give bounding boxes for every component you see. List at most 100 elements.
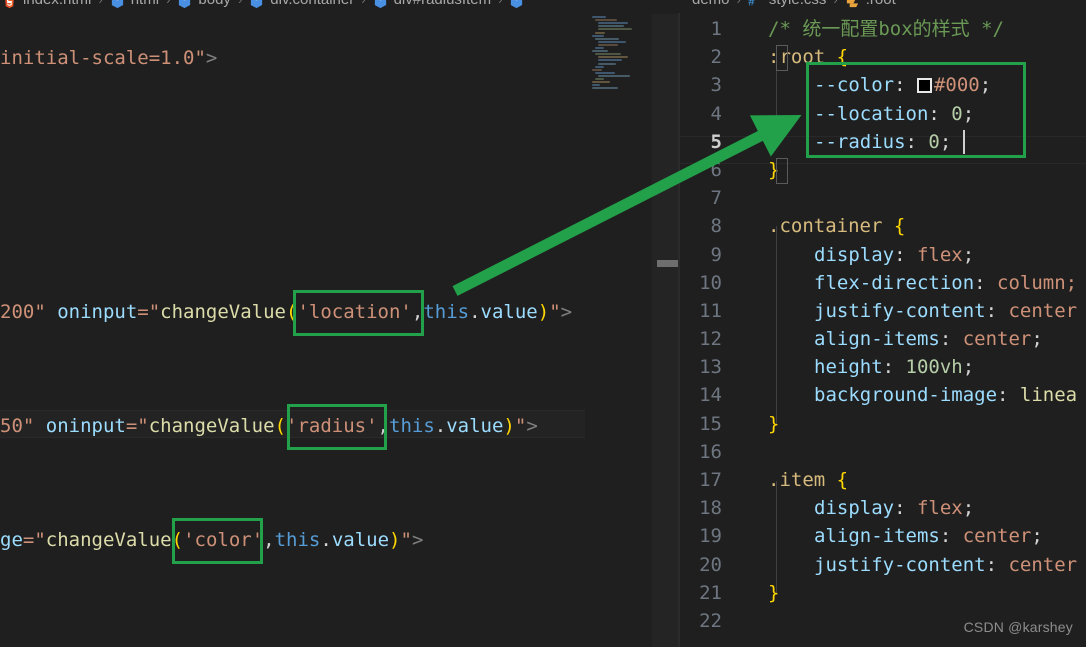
minimap-line bbox=[592, 34, 604, 37]
minimap-line bbox=[598, 74, 630, 77]
code-token: ; bbox=[962, 356, 975, 379]
css-file-icon: # bbox=[748, 0, 763, 9]
highlight-location-arg bbox=[293, 290, 424, 336]
line-number: 11 bbox=[699, 299, 722, 322]
css-rule-icon bbox=[845, 0, 860, 9]
breadcrumb-label: demo bbox=[692, 0, 730, 8]
minimap-line bbox=[595, 31, 605, 34]
code-line[interactable]: 18 display: flex; bbox=[680, 494, 1086, 522]
minimap-line bbox=[595, 53, 621, 56]
left-minimap[interactable] bbox=[590, 16, 652, 92]
code-line[interactable]: 16 bbox=[680, 438, 1086, 466]
minimap-line bbox=[592, 68, 602, 71]
code-line[interactable]: 12 align-items: center; bbox=[680, 325, 1086, 353]
code-line[interactable]: 10 flex-direction: column; bbox=[680, 269, 1086, 297]
pane-divider[interactable] bbox=[678, 13, 680, 647]
line-number: 10 bbox=[699, 271, 722, 294]
code-token: ) bbox=[503, 415, 515, 437]
code-token: .item bbox=[768, 469, 826, 491]
code-text: background-image: linea bbox=[814, 381, 1077, 409]
breadcrumb-item[interactable]: div#radiusItem bbox=[373, 0, 491, 9]
code-token: } bbox=[768, 412, 780, 435]
breadcrumb-item[interactable]: div.container bbox=[249, 0, 354, 9]
code-token: ( bbox=[274, 415, 287, 437]
breadcrumb-left[interactable]: index.html › html › body › di bbox=[2, 0, 530, 9]
code-line[interactable]: 1 /* 统一配置box的样式 */ bbox=[680, 15, 1086, 43]
code-line[interactable]: 15} bbox=[680, 410, 1086, 438]
html-tag-icon bbox=[177, 0, 192, 9]
code-token: initial-scale=1.0" bbox=[0, 47, 206, 69]
breadcrumb-separator: › bbox=[498, 0, 502, 7]
code-token: ; bbox=[1031, 328, 1043, 351]
breadcrumb-separator: › bbox=[98, 0, 102, 7]
code-token: 200" bbox=[0, 301, 58, 323]
code-text: .container { bbox=[768, 212, 905, 240]
code-line[interactable]: 200" oninput="changeValue('location',thi… bbox=[0, 298, 572, 326]
code-line[interactable]: 13 height: 100vh; bbox=[680, 353, 1086, 381]
code-token: : bbox=[894, 497, 917, 520]
minimap-line bbox=[595, 65, 604, 68]
minimap-line bbox=[598, 22, 628, 25]
breadcrumb-item[interactable]: demo bbox=[692, 0, 730, 8]
minimap-line bbox=[592, 50, 608, 53]
code-token: display bbox=[814, 243, 895, 266]
vscode-editor-window: index.html › html › body › di bbox=[0, 0, 1086, 647]
breadcrumb-label: body bbox=[198, 0, 231, 8]
breadcrumb-item[interactable]: html bbox=[110, 0, 159, 9]
breadcrumb-item[interactable]: index.html bbox=[2, 0, 91, 9]
csdn-watermark: CSDN @karshey bbox=[963, 619, 1073, 635]
code-line[interactable]: 6} bbox=[680, 156, 1086, 184]
code-token: justify-content bbox=[814, 299, 986, 322]
code-line[interactable]: 17 .item { bbox=[680, 466, 1086, 494]
code-token: background-image bbox=[814, 384, 998, 407]
breadcrumb-item[interactable]: body bbox=[177, 0, 231, 9]
code-text: height: 100vh; bbox=[814, 353, 974, 381]
code-token: changeValue bbox=[148, 415, 275, 437]
code-line[interactable]: 14 background-image: linea bbox=[680, 381, 1086, 409]
line-number: 7 bbox=[710, 187, 722, 210]
code-line[interactable]: 8 .container { bbox=[680, 212, 1086, 240]
line-number: 1 bbox=[710, 18, 722, 40]
code-token: " bbox=[400, 529, 412, 551]
breadcrumb-label: div.container bbox=[270, 0, 354, 8]
code-token: center bbox=[1008, 553, 1078, 576]
html-tag-icon bbox=[373, 0, 388, 9]
code-line[interactable]: 19 align-items: center; bbox=[680, 522, 1086, 550]
code-token: value bbox=[331, 529, 390, 551]
minimap-line bbox=[598, 43, 618, 46]
code-line[interactable]: initial-scale=1.0"> bbox=[0, 44, 217, 72]
code-line[interactable]: 50" oninput="changeValue('radius',this.v… bbox=[0, 412, 538, 440]
code-line[interactable]: 9 display: flex; bbox=[680, 241, 1086, 269]
line-number: 13 bbox=[699, 356, 722, 379]
line-number: 2 bbox=[710, 46, 722, 69]
code-token: value bbox=[446, 415, 504, 437]
breadcrumb-label: style.css bbox=[769, 0, 827, 8]
code-token: ; bbox=[1031, 525, 1043, 548]
breadcrumb-bar: index.html › html › body › di bbox=[0, 0, 1086, 13]
minimap-line bbox=[595, 19, 617, 22]
code-token: } bbox=[768, 158, 780, 181]
line-number: 16 bbox=[699, 440, 722, 463]
code-line[interactable]: 21} bbox=[680, 579, 1086, 607]
line-number: 6 bbox=[710, 158, 722, 181]
breadcrumb-separator: › bbox=[238, 0, 242, 7]
code-token: : bbox=[882, 356, 906, 379]
minimap-viewport-slider[interactable] bbox=[652, 14, 678, 647]
breadcrumb-item[interactable]: # style.css bbox=[748, 0, 827, 9]
line-number: 12 bbox=[699, 328, 722, 351]
minimap-line bbox=[592, 87, 618, 90]
breadcrumb-right[interactable]: demo › # style.css › :root bbox=[692, 0, 896, 9]
highlight-color-arg bbox=[172, 518, 263, 564]
code-line[interactable]: 7 bbox=[680, 184, 1086, 212]
code-line[interactable]: 20 justify-content: center bbox=[680, 551, 1086, 579]
code-token: ) bbox=[389, 529, 401, 551]
code-token: > bbox=[205, 47, 218, 69]
left-scrollbar-thumb[interactable] bbox=[657, 260, 678, 267]
code-text: justify-content: center bbox=[814, 551, 1077, 579]
breadcrumb-separator: › bbox=[361, 0, 365, 7]
code-token: : bbox=[939, 328, 963, 351]
code-token: align-items bbox=[814, 525, 940, 548]
breadcrumb-item[interactable]: :root bbox=[845, 0, 896, 8]
code-line[interactable]: 11 justify-content: center bbox=[680, 297, 1086, 325]
